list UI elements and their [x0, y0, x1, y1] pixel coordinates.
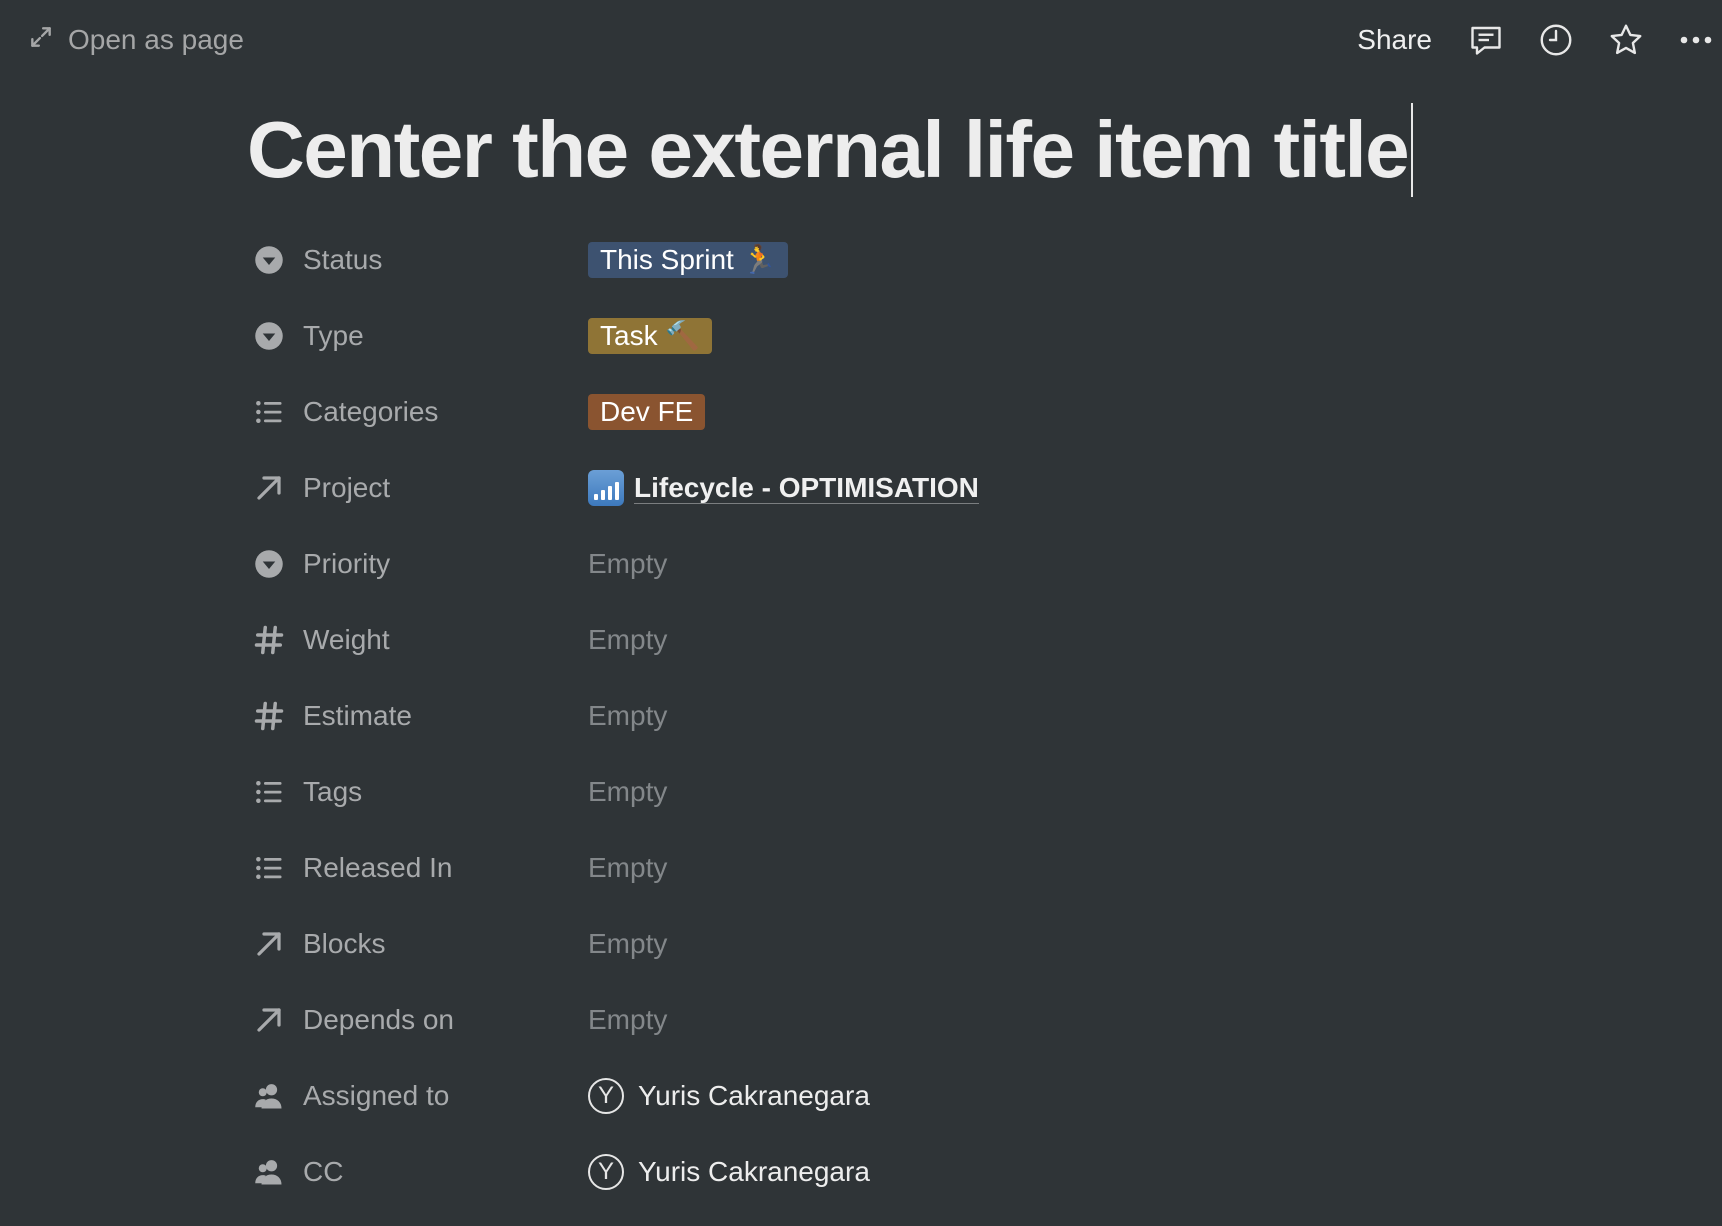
property-name[interactable]: Depends on	[253, 1004, 588, 1036]
property-label: Categories	[303, 396, 439, 427]
property-label: Project	[303, 472, 391, 503]
property-name[interactable]: Categories	[253, 396, 588, 428]
property-label: Assigned to	[303, 1080, 450, 1111]
page-title[interactable]: Center the external life item title	[247, 104, 1410, 196]
open-as-page-button[interactable]: Open as page	[28, 20, 244, 60]
share-button[interactable]: Share	[1357, 24, 1432, 56]
person-icon	[253, 1080, 285, 1112]
empty-value[interactable]: Empty	[588, 624, 667, 656]
relation-arrow-icon	[253, 472, 285, 504]
property-value[interactable]: Lifecycle - OPTIMISATION	[588, 470, 979, 506]
number-icon	[253, 700, 285, 732]
empty-value[interactable]: Empty	[588, 928, 667, 960]
property-type[interactable]: Type Task 🔨	[253, 298, 1453, 374]
property-project[interactable]: Project Lifecycle - OPTIMISATION	[253, 450, 1453, 526]
relation-arrow-icon	[253, 928, 285, 960]
property-assigned-to[interactable]: Assigned to Y Yuris Cakranegara	[253, 1058, 1453, 1134]
category-tag[interactable]: Dev FE	[588, 394, 706, 430]
property-blocks[interactable]: Blocks Empty	[253, 906, 1453, 982]
property-tags[interactable]: Tags Empty	[253, 754, 1453, 830]
avatar: Y	[588, 1078, 624, 1114]
property-label: Status	[303, 244, 383, 275]
property-label: Blocks	[303, 928, 386, 959]
property-name[interactable]: Estimate	[253, 700, 588, 732]
top-actions: Share	[1357, 16, 1722, 64]
property-name[interactable]: Priority	[253, 548, 588, 580]
list-icon	[253, 852, 285, 884]
property-label: Released In	[303, 852, 453, 883]
property-weight[interactable]: Weight Empty	[253, 602, 1453, 678]
property-status[interactable]: Status This Sprint 🏃	[253, 222, 1453, 298]
empty-value[interactable]: Empty	[588, 776, 667, 808]
property-name[interactable]: Blocks	[253, 928, 588, 960]
project-link[interactable]: Lifecycle - OPTIMISATION	[634, 472, 979, 504]
property-name[interactable]: Weight	[253, 624, 588, 656]
top-bar: Open as page Share	[0, 0, 1722, 80]
property-released-in[interactable]: Released In Empty	[253, 830, 1453, 906]
property-value[interactable]: Dev FE	[588, 394, 706, 430]
property-label: Priority	[303, 548, 391, 579]
property-categories[interactable]: Categories Dev FE	[253, 374, 1453, 450]
history-clock-icon[interactable]	[1536, 20, 1576, 60]
property-value[interactable]: Empty	[588, 700, 667, 732]
select-icon	[253, 548, 285, 580]
property-priority[interactable]: Priority Empty	[253, 526, 1453, 602]
property-value[interactable]: Empty	[588, 928, 667, 960]
number-icon	[253, 624, 285, 656]
property-depends-on[interactable]: Depends on Empty	[253, 982, 1453, 1058]
cc-name[interactable]: Yuris Cakranegara	[638, 1156, 870, 1188]
property-estimate[interactable]: Estimate Empty	[253, 678, 1453, 754]
comment-icon[interactable]	[1466, 20, 1506, 60]
property-name[interactable]: Tags	[253, 776, 588, 808]
property-value[interactable]: Empty	[588, 776, 667, 808]
property-value[interactable]: Y Yuris Cakranegara	[588, 1078, 870, 1114]
property-value[interactable]: Empty	[588, 1004, 667, 1036]
status-tag[interactable]: This Sprint 🏃	[588, 242, 789, 278]
property-value[interactable]: Task 🔨	[588, 318, 713, 354]
property-value[interactable]: This Sprint 🏃	[588, 242, 789, 278]
property-name[interactable]: Released In	[253, 852, 588, 884]
assignee-name[interactable]: Yuris Cakranegara	[638, 1080, 870, 1112]
relation-arrow-icon	[253, 1004, 285, 1036]
property-name[interactable]: Status	[253, 244, 588, 276]
property-value[interactable]: Empty	[588, 548, 667, 580]
star-icon[interactable]	[1606, 20, 1646, 60]
properties-list: Status This Sprint 🏃 Type Task 🔨 Categor…	[253, 222, 1453, 1210]
property-cc[interactable]: CC Y Yuris Cakranegara	[253, 1134, 1453, 1210]
property-name[interactable]: Assigned to	[253, 1080, 588, 1112]
property-label: Tags	[303, 776, 363, 807]
property-name[interactable]: CC	[253, 1156, 588, 1188]
more-icon[interactable]	[1676, 20, 1716, 60]
property-value[interactable]: Empty	[588, 852, 667, 884]
select-icon	[253, 244, 285, 276]
empty-value[interactable]: Empty	[588, 548, 667, 580]
list-icon	[253, 776, 285, 808]
property-name[interactable]: Type	[253, 320, 588, 352]
property-label: Type	[303, 320, 364, 351]
property-label: Depends on	[303, 1004, 455, 1035]
empty-value[interactable]: Empty	[588, 852, 667, 884]
property-label: Estimate	[303, 700, 412, 731]
property-label: CC	[303, 1156, 344, 1187]
property-value[interactable]: Y Yuris Cakranegara	[588, 1154, 870, 1190]
select-icon	[253, 320, 285, 352]
open-as-page-label: Open as page	[68, 24, 244, 55]
empty-value[interactable]: Empty	[588, 1004, 667, 1036]
type-tag[interactable]: Task 🔨	[588, 318, 713, 354]
empty-value[interactable]: Empty	[588, 700, 667, 732]
property-name[interactable]: Project	[253, 472, 588, 504]
avatar: Y	[588, 1154, 624, 1190]
property-label: Weight	[303, 624, 390, 655]
person-icon	[253, 1156, 285, 1188]
text-cursor	[1411, 103, 1414, 197]
title-row: Center the external life item title	[247, 100, 1414, 200]
property-value[interactable]: Empty	[588, 624, 667, 656]
signal-bars-icon	[588, 470, 624, 506]
expand-icon	[28, 24, 54, 57]
list-icon	[253, 396, 285, 428]
